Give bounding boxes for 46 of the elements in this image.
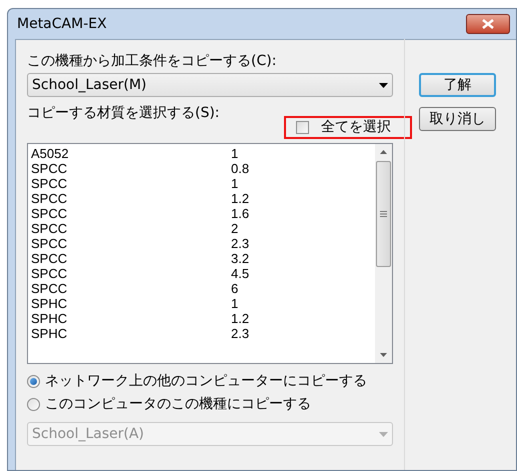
thickness-cell: 1 xyxy=(231,296,238,311)
dialog-button[interactable]: 取り消し xyxy=(419,107,496,131)
thickness-cell: 2.3 xyxy=(231,236,250,251)
caret-icon xyxy=(379,82,388,88)
material-cell-text: SPCC xyxy=(31,161,68,176)
radio-button[interactable] xyxy=(27,398,40,410)
material-cell-text: SPCC xyxy=(31,236,68,251)
material-cell-text: SPHC xyxy=(31,311,68,326)
thickness-cell: 1 xyxy=(231,176,238,191)
thickness-cell: 1.2 xyxy=(231,311,250,326)
thickness-cell: 2.3 xyxy=(231,326,250,341)
grip-icon xyxy=(380,211,387,217)
thickness-cell: 1.2 xyxy=(231,191,250,206)
scroll-up-icon[interactable] xyxy=(380,150,387,154)
radio-label: このコンピュータのこの機種にコピーする xyxy=(45,394,311,414)
dialog-button[interactable]: 了解 xyxy=(419,73,496,97)
radio-button[interactable] xyxy=(27,374,40,388)
caret-icon xyxy=(379,432,388,436)
radio-label: ネットワーク上の他のコンピューターにコピーする xyxy=(45,372,367,390)
select-all-checkbox[interactable] xyxy=(296,121,309,134)
select-all-label: 全てを選択 xyxy=(321,118,391,137)
material-cell-text: SPCC xyxy=(31,251,68,266)
thickness-cell: 2 xyxy=(231,221,238,236)
thickness-cell: 3.2 xyxy=(231,251,250,266)
dropdown-field[interactable]: School_Laser(M) xyxy=(27,73,393,97)
thickness-cell: 1 xyxy=(231,146,238,161)
thickness-cell: 0.8 xyxy=(231,161,250,176)
material-cell-text: A5052 xyxy=(31,146,70,161)
material-cell-text: SPCC xyxy=(31,176,68,191)
thickness-cell: 4.5 xyxy=(231,266,250,281)
close-icon xyxy=(482,19,494,29)
material-cell-text: SPCC xyxy=(31,221,68,236)
material-cell-text: SPCC xyxy=(31,206,68,221)
thickness-cell: 6 xyxy=(231,281,238,296)
materials-label: コピーする材質を選択する(S): xyxy=(27,104,221,123)
window-title: MetaCAM-EX xyxy=(17,14,108,34)
source-label: この機種から加工条件をコピーする(C): xyxy=(27,52,278,71)
material-cell-text: SPCC xyxy=(31,281,68,296)
material-cell-text: SPCC xyxy=(31,266,68,281)
material-cell-text: SPHC xyxy=(31,326,68,341)
scroll-thumb[interactable] xyxy=(376,161,391,267)
thickness-cell: 1.6 xyxy=(231,206,250,221)
material-cell-text: SPHC xyxy=(31,296,68,311)
material-cell-text: SPCC xyxy=(31,191,68,206)
close-button[interactable] xyxy=(466,14,510,34)
scroll-down-icon[interactable] xyxy=(380,353,387,357)
